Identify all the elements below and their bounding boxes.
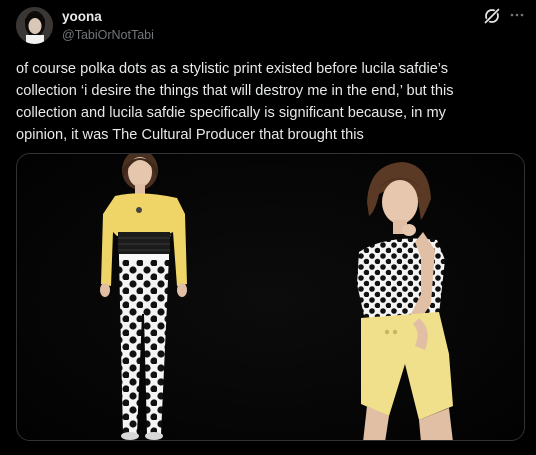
- tweet-media[interactable]: [16, 153, 525, 441]
- avatar-image: [16, 7, 53, 44]
- tweet: yoona @TabiOrNotTabi of course polka dot…: [0, 0, 536, 455]
- more-icon[interactable]: [509, 7, 525, 23]
- author-display-name[interactable]: yoona: [62, 9, 102, 24]
- grok-icon[interactable]: [483, 7, 501, 25]
- avatar[interactable]: [16, 7, 53, 44]
- tweet-text: of course polka dots as a stylistic prin…: [16, 61, 454, 143]
- tweet-photo: [17, 154, 524, 440]
- author-handle[interactable]: @TabiOrNotTabi: [62, 28, 154, 42]
